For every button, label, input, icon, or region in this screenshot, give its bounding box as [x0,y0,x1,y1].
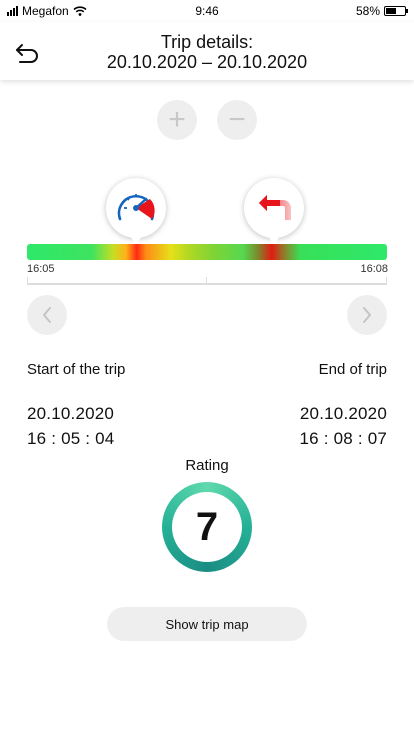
speedometer-icon [117,194,155,221]
plus-icon: + [168,103,186,136]
page-title-dates: 20.10.2020 – 20.10.2020 [106,52,308,72]
timeline-end-time: 16:08 [360,263,388,275]
sharp-turn-icon [259,195,291,220]
rating-label: Rating [185,457,229,474]
minus-icon: − [228,103,246,136]
zoom-out-button[interactable]: − [217,100,257,140]
show-trip-map-button[interactable]: Show trip map [107,607,307,641]
rating-value: 7 [172,492,242,562]
status-bar: Megafon 9:46 58% [0,0,414,22]
driving-quality-timeline[interactable] [27,244,387,260]
page-title-line1: Trip details: [160,32,254,52]
battery-fill [386,8,397,14]
previous-button[interactable] [27,295,67,335]
trip-end-time: 16 : 08 : 07 [299,429,387,448]
status-time: 9:46 [195,4,219,18]
header: Trip details: 20.10.2020 – 20.10.2020 [0,22,414,80]
marker-bubble [244,178,304,238]
marker-bubble [106,178,166,238]
timeline-axis [27,283,387,285]
battery-icon [384,6,408,16]
chevron-left-icon [43,307,51,323]
trip-end-date: 20.10.2020 [299,404,387,423]
timeline-start-time: 16:05 [27,263,55,275]
trip-start-date: 20.10.2020 [27,404,115,423]
rating-ring: 7 [162,482,252,572]
chevron-right-icon [363,307,371,323]
status-bar-right: 58% [355,4,408,18]
trip-start-time: 16 : 05 : 04 [27,429,115,448]
battery-percent: 58% [355,4,380,18]
trip-end-label: End of trip [318,361,387,378]
trip-start-label: Start of the trip [27,361,126,378]
next-button[interactable] [347,295,387,335]
zoom-in-button[interactable]: + [157,100,197,140]
page-title: Trip details: 20.10.2020 – 20.10.2020 [0,32,414,72]
